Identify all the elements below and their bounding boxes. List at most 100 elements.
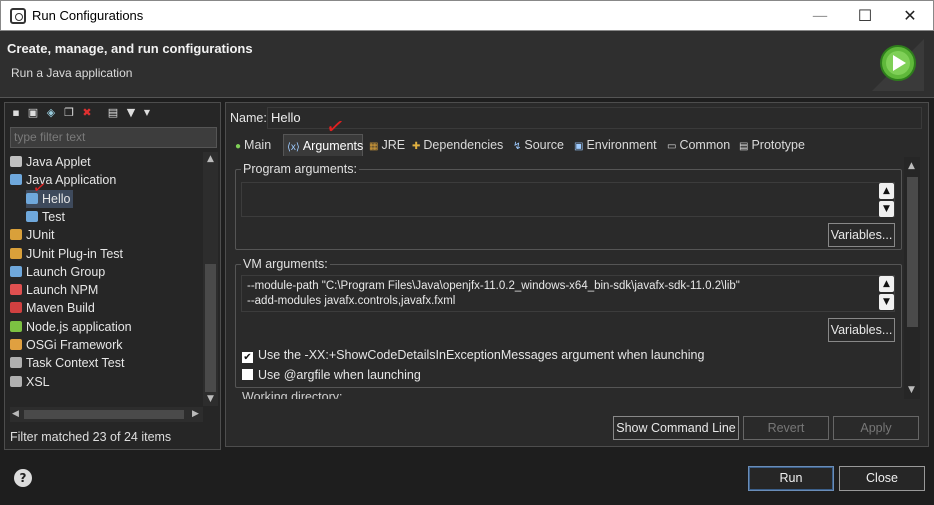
collapse-all-icon[interactable]: ▤ <box>107 107 119 119</box>
config-type-icon <box>10 375 22 387</box>
checkbox-label: Use @argfile when launching <box>258 368 421 382</box>
scroll-thumb[interactable] <box>205 264 216 392</box>
scroll-down-icon[interactable]: ▼ <box>207 394 214 404</box>
vm-arguments-label: VM arguments: <box>241 257 330 271</box>
scroll-up-icon[interactable]: ▲ <box>207 154 214 164</box>
tree-item-label: Maven Build <box>26 301 95 316</box>
tab-environment[interactable]: ▣ Environment <box>571 134 663 156</box>
eclipse-icon <box>10 8 26 24</box>
tree-item[interactable]: Java Application <box>10 171 116 189</box>
new-prototype-icon[interactable]: ▣ <box>27 107 39 119</box>
tree-item[interactable]: JUnit <box>10 226 54 244</box>
scroll-right-icon[interactable]: ▶ <box>192 409 199 419</box>
duplicate-icon[interactable]: ❐ <box>63 107 75 119</box>
tab-label: Prototype <box>751 138 805 152</box>
config-type-icon <box>10 247 22 259</box>
tab-source[interactable]: ↯ Source <box>510 134 570 156</box>
help-icon[interactable]: ? <box>14 469 32 487</box>
checkbox-unchecked-icon[interactable] <box>242 369 253 380</box>
filter-input[interactable]: type filter text <box>10 127 217 148</box>
config-type-icon <box>10 229 22 241</box>
scroll-up-icon[interactable]: ▲ <box>908 161 915 171</box>
run-button[interactable]: Run <box>748 466 834 491</box>
tree-item-label: Launch NPM <box>26 283 99 298</box>
delete-icon[interactable]: ✖ <box>81 107 93 119</box>
tab-dependencies[interactable]: ✚ Dependencies <box>409 134 509 156</box>
configuration-tree: Java Applet Java Application Hello Test JUni… <box>5 152 202 408</box>
apply-button[interactable]: Apply <box>833 416 919 440</box>
config-type-icon <box>10 302 22 314</box>
maximize-button[interactable]: ☐ <box>842 1 888 31</box>
tree-item-label: Java Applet <box>26 155 91 169</box>
scroll-thumb[interactable] <box>24 410 184 419</box>
vm-arguments-field[interactable]: --module-path "C:\Program Files\Java\ope… <box>241 275 895 312</box>
show-command-line-button[interactable]: Show Command Line <box>613 416 739 440</box>
tree-item[interactable]: Task Context Test <box>10 354 124 372</box>
tab-label: Dependencies <box>423 138 504 152</box>
environment-tab-icon: ▣ <box>574 141 584 152</box>
program-arguments-group: Program arguments: ▲ ▼ Variables... <box>235 162 902 250</box>
tree-item[interactable]: XSL <box>10 373 50 391</box>
config-type-icon <box>10 357 22 369</box>
tree-item[interactable]: Launch NPM <box>10 281 98 299</box>
tree-item[interactable]: Launch Group <box>10 263 105 281</box>
chevron-down-icon[interactable]: ▼ <box>141 107 153 119</box>
tab-label: Common <box>679 138 731 152</box>
window-title: Run Configurations <box>32 8 144 23</box>
tab-prototype[interactable]: ▤ Prototype <box>736 134 810 156</box>
revert-button[interactable]: Revert <box>743 416 829 440</box>
header-title: Create, manage, and run configurations <box>7 41 253 56</box>
close-button[interactable]: Close <box>839 466 925 491</box>
close-window-button[interactable]: ✕ <box>887 1 933 31</box>
prototype-tab-icon: ▤ <box>739 141 749 152</box>
tree-horizontal-scrollbar[interactable]: ◀ ▶ <box>10 407 203 422</box>
scroll-up-icon[interactable]: ▲ <box>879 276 894 292</box>
tab-jre[interactable]: ▦ JRE <box>366 134 408 156</box>
tree-item[interactable]: JUnit Plug-in Test <box>10 245 123 263</box>
source-tab-icon: ↯ <box>513 141 522 152</box>
vm-variables-button[interactable]: Variables... <box>828 318 895 342</box>
configuration-editor: Name: Hello ● Main ⟨x⟩ Arguments ▦ JRE ✚ Dep… <box>225 102 929 447</box>
tab-common[interactable]: ▭ Common <box>664 134 734 156</box>
vm-arguments-group: VM arguments: --module-path "C:\Program … <box>235 257 902 388</box>
program-arguments-field[interactable] <box>241 182 895 217</box>
dialog-header: Create, manage, and run configurations R… <box>0 31 934 98</box>
tree-item[interactable]: Java Applet <box>10 153 91 171</box>
title-bar: Run Configurations — ☐ ✕ <box>0 0 934 31</box>
tree-item[interactable]: Test <box>26 208 65 226</box>
scroll-down-icon[interactable]: ▼ <box>908 385 915 395</box>
program-arguments-scroller[interactable]: ▲ ▼ <box>879 183 894 217</box>
scroll-left-icon[interactable]: ◀ <box>12 409 19 419</box>
config-type-icon <box>10 174 22 186</box>
editor-vertical-scrollbar[interactable]: ▲ ▼ <box>904 157 920 399</box>
argfile-checkbox[interactable]: Use @argfile when launching <box>242 368 421 382</box>
vm-arguments-scroller[interactable]: ▲ ▼ <box>879 276 894 310</box>
scroll-down-icon[interactable]: ▼ <box>879 294 894 310</box>
tree-item-label: Hello <box>42 191 71 206</box>
name-input[interactable]: Hello <box>267 107 922 129</box>
config-type-icon <box>10 284 22 296</box>
tree-toolbar: ▪ ▣ ◈ ❐ ✖ ▤ ▼ ▼ <box>5 103 220 125</box>
export-icon[interactable]: ◈ <box>45 107 57 119</box>
scroll-thumb[interactable] <box>907 177 918 327</box>
new-config-icon[interactable]: ▪ <box>10 107 22 119</box>
vm-arguments-line: --add-modules javafx.controls,javafx.fxm… <box>247 295 456 307</box>
checkbox-checked-icon[interactable]: ✔ <box>242 352 253 363</box>
minimize-button[interactable]: — <box>797 1 843 31</box>
tab-label: Source <box>524 138 564 152</box>
tab-label: Main <box>244 138 272 152</box>
tree-item-label: JUnit <box>26 228 55 243</box>
tree-vertical-scrollbar[interactable]: ▲ ▼ <box>203 152 218 406</box>
tree-item[interactable]: Maven Build <box>10 299 95 317</box>
filter-icon[interactable]: ▼ <box>125 107 137 119</box>
tab-label: Arguments <box>302 139 364 153</box>
scroll-up-icon[interactable]: ▲ <box>879 183 894 199</box>
program-variables-button[interactable]: Variables... <box>828 223 895 247</box>
show-code-details-checkbox[interactable]: ✔ Use the -XX:+ShowCodeDetailsInException… <box>242 348 704 363</box>
tab-main[interactable]: ● Main <box>232 134 282 156</box>
scroll-down-icon[interactable]: ▼ <box>879 201 894 217</box>
tree-item-label: Test <box>42 209 65 224</box>
tree-item[interactable]: OSGi Framework <box>10 336 123 354</box>
tree-item[interactable]: Node.js application <box>10 318 132 336</box>
name-label: Name: <box>230 111 267 125</box>
